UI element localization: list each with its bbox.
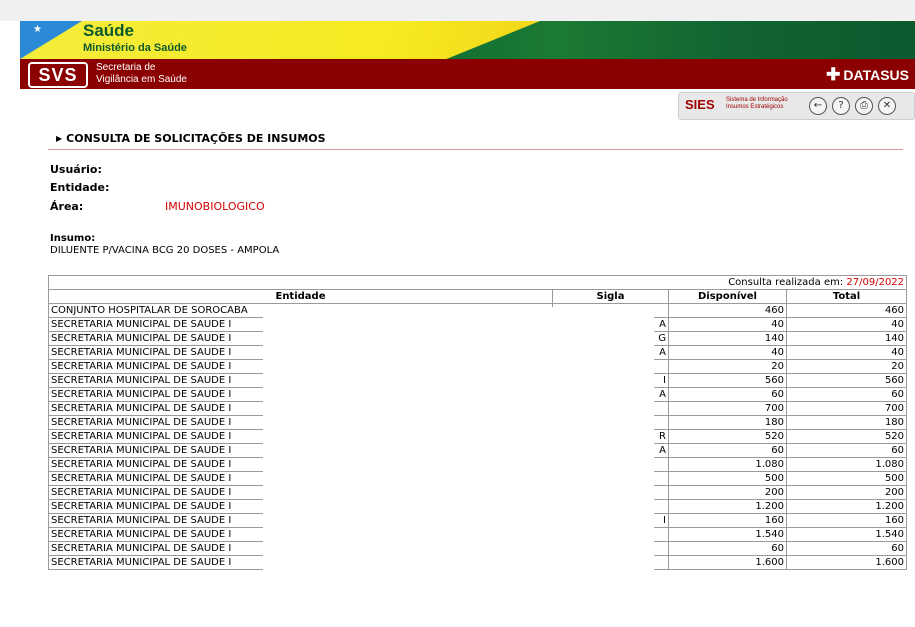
total-cell: 140 xyxy=(785,331,908,346)
datasus-logo: ✚ DATASUS xyxy=(826,65,909,85)
disponivel-cell: 180 xyxy=(668,415,787,430)
usuario-label: Usuário: xyxy=(50,163,102,176)
svs-subtitle-line2: Vigilância em Saúde xyxy=(96,74,187,85)
back-icon[interactable]: ← xyxy=(809,97,827,115)
consulta-caption-label: Consulta realizada em: xyxy=(728,276,847,288)
svs-subtitle-line1: Secretaria de xyxy=(96,62,156,73)
column-header-total: Total xyxy=(785,289,908,304)
insumo-value: DILUENTE P/VACINA BCG 20 DOSES - AMPOLA xyxy=(50,245,280,256)
total-cell: 700 xyxy=(785,401,908,416)
title-divider xyxy=(48,149,903,150)
total-cell: 1.080 xyxy=(785,457,908,472)
browser-top-strip xyxy=(0,0,915,21)
disponivel-cell: 200 xyxy=(668,485,787,500)
plus-icon: ✚ xyxy=(826,65,841,84)
disponivel-cell: 140 xyxy=(668,331,787,346)
ministerio-banner: ★ Saúde Ministério da Saúde xyxy=(20,21,915,59)
disponivel-cell: 60 xyxy=(668,541,787,556)
disponivel-cell: 1.200 xyxy=(668,499,787,514)
triangle-right-icon: ▶ xyxy=(56,134,63,143)
close-icon[interactable]: ✕ xyxy=(878,97,896,115)
total-cell: 60 xyxy=(785,443,908,458)
svs-logo: SVS xyxy=(28,62,88,88)
sies-subtitle: Sistema de Informação Insumos Estratégic… xyxy=(726,97,788,111)
column-header-disponivel: Disponível xyxy=(668,289,787,304)
total-cell: 180 xyxy=(785,415,908,430)
total-cell: 460 xyxy=(785,303,908,318)
entidade-label: Entidade: xyxy=(50,181,110,194)
disponivel-cell: 1.540 xyxy=(668,527,787,542)
total-cell: 40 xyxy=(785,317,908,332)
table-header-row: Entidade Sigla Disponível Total xyxy=(48,289,908,304)
total-cell: 560 xyxy=(785,373,908,388)
page-title-text: CONSULTA DE SOLICITAÇÕES DE INSUMOS xyxy=(66,132,326,145)
disponivel-cell: 700 xyxy=(668,401,787,416)
saude-title: Saúde xyxy=(83,21,135,40)
print-icon[interactable]: ⎙ xyxy=(855,97,873,115)
disponivel-cell: 1.600 xyxy=(668,555,787,570)
ministerio-subtitle: Ministério da Saúde xyxy=(83,42,187,54)
column-header-entidade: Entidade xyxy=(48,289,553,304)
consulta-date: 27/09/2022 xyxy=(846,276,905,288)
total-cell: 1.540 xyxy=(785,527,908,542)
disponivel-cell: 160 xyxy=(668,513,787,528)
disponivel-cell: 60 xyxy=(668,387,787,402)
total-cell: 500 xyxy=(785,471,908,486)
total-cell: 1.600 xyxy=(785,555,908,570)
area-label: Área: xyxy=(50,200,84,213)
total-cell: 520 xyxy=(785,429,908,444)
datasus-label: DATASUS xyxy=(843,67,909,83)
redacted-area xyxy=(263,307,654,627)
total-cell: 1.200 xyxy=(785,499,908,514)
total-cell: 60 xyxy=(785,541,908,556)
sies-toolbar: SIES Sistema de Informação Insumos Estra… xyxy=(678,92,915,120)
disponivel-cell: 520 xyxy=(668,429,787,444)
total-cell: 20 xyxy=(785,359,908,374)
star-icon: ★ xyxy=(33,24,42,35)
sies-subtitle-line1: Sistema de Informação xyxy=(726,97,788,103)
disponivel-cell: 20 xyxy=(668,359,787,374)
page-title: ▶ CONSULTA DE SOLICITAÇÕES DE INSUMOS xyxy=(56,132,326,145)
insumo-label: Insumo: xyxy=(50,233,96,244)
column-header-sigla: Sigla xyxy=(552,289,669,304)
sies-subtitle-line2: Insumos Estratégicos xyxy=(726,104,784,110)
area-value: IMUNOBIOLOGICO xyxy=(165,200,265,213)
disponivel-cell: 60 xyxy=(668,443,787,458)
sies-logo: SIES xyxy=(685,97,715,112)
total-cell: 60 xyxy=(785,387,908,402)
total-cell: 160 xyxy=(785,513,908,528)
disponivel-cell: 460 xyxy=(668,303,787,318)
svs-banner: SVS Secretaria de Vigilância em Saúde ✚ D… xyxy=(20,59,915,89)
total-cell: 40 xyxy=(785,345,908,360)
table-caption-row: Consulta realizada em: 27/09/2022 xyxy=(47,275,908,290)
disponivel-cell: 40 xyxy=(668,345,787,360)
disponivel-cell: 500 xyxy=(668,471,787,486)
disponivel-cell: 1.080 xyxy=(668,457,787,472)
disponivel-cell: 560 xyxy=(668,373,787,388)
consulta-caption: Consulta realizada em: 27/09/2022 xyxy=(47,275,908,290)
svs-subtitle: Secretaria de Vigilância em Saúde xyxy=(96,62,187,86)
help-icon[interactable]: ? xyxy=(832,97,850,115)
disponivel-cell: 40 xyxy=(668,317,787,332)
total-cell: 200 xyxy=(785,485,908,500)
